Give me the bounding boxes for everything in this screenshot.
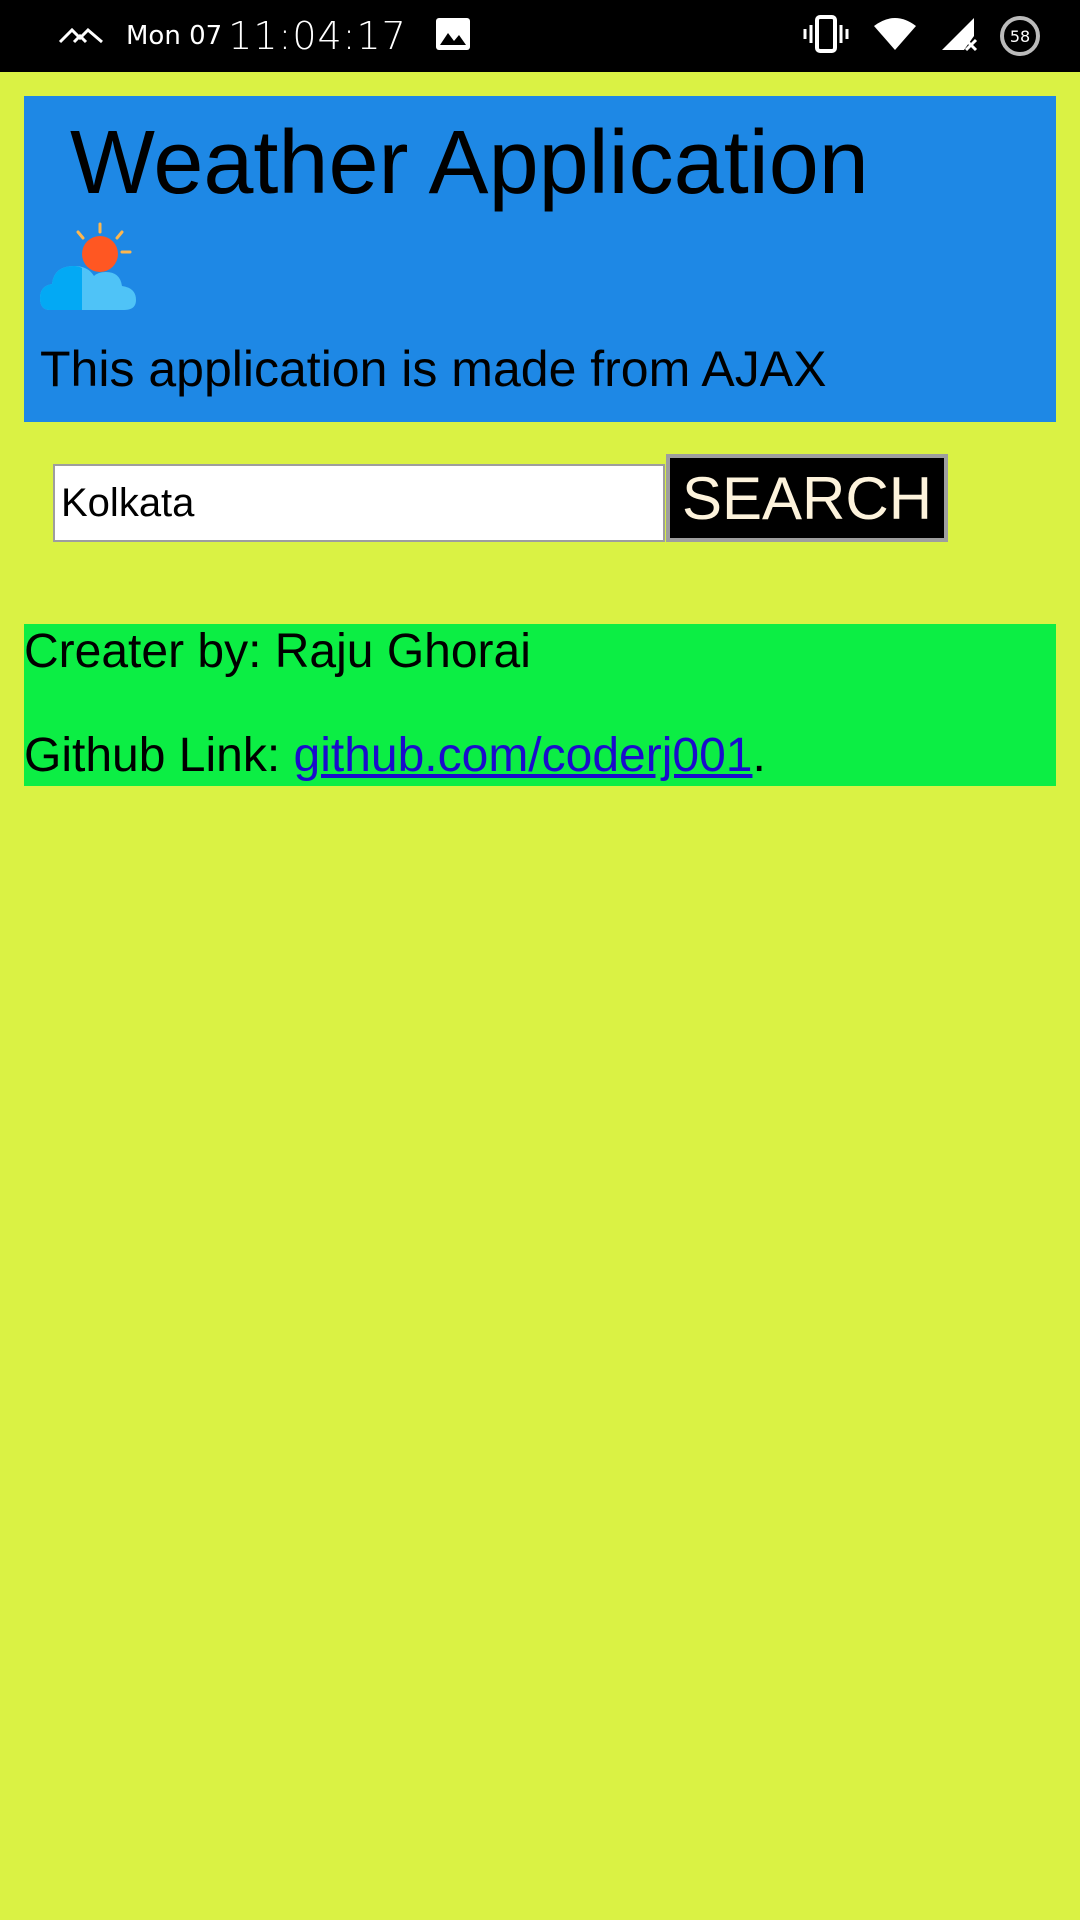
status-bar-left: Mon 07 11:04:17 [58,0,471,72]
github-line: Github Link: github.com/coderj001. [24,728,766,783]
github-trailing-period: . [752,729,766,782]
weather-partly-cloudy-icon [38,220,138,320]
gallery-icon [435,17,471,55]
github-link[interactable]: github.com/coderj001 [294,729,753,782]
creator-label: Creater by: [24,625,262,678]
github-label: Github Link: [24,729,281,782]
status-time: 11:04:17 [228,14,407,58]
page-title: Weather Application [70,113,869,213]
status-bar: Mon 07 11:04:17 58 [0,0,1080,72]
battery-icon: 58 [1000,16,1040,56]
wifi-icon [872,16,918,56]
creator-name: Raju Ghorai [274,625,531,678]
city-search-input[interactable] [53,464,665,542]
cell-signal-icon [940,16,978,56]
status-bar-right: 58 [802,0,1040,72]
status-day: Mon 07 [126,21,223,51]
app-header: Weather Application This application is … [24,96,1056,422]
signal-activity-icon [58,22,104,50]
page-subtitle: This application is made from AJAX [40,341,827,397]
battery-level: 58 [1009,26,1031,46]
vibrate-icon [802,15,850,57]
creator-line: Creater by: Raju Ghorai [24,624,531,679]
credit-section: Creater by: Raju Ghorai Github Link: git… [24,624,1056,786]
search-button[interactable]: SEARCH [666,454,948,542]
